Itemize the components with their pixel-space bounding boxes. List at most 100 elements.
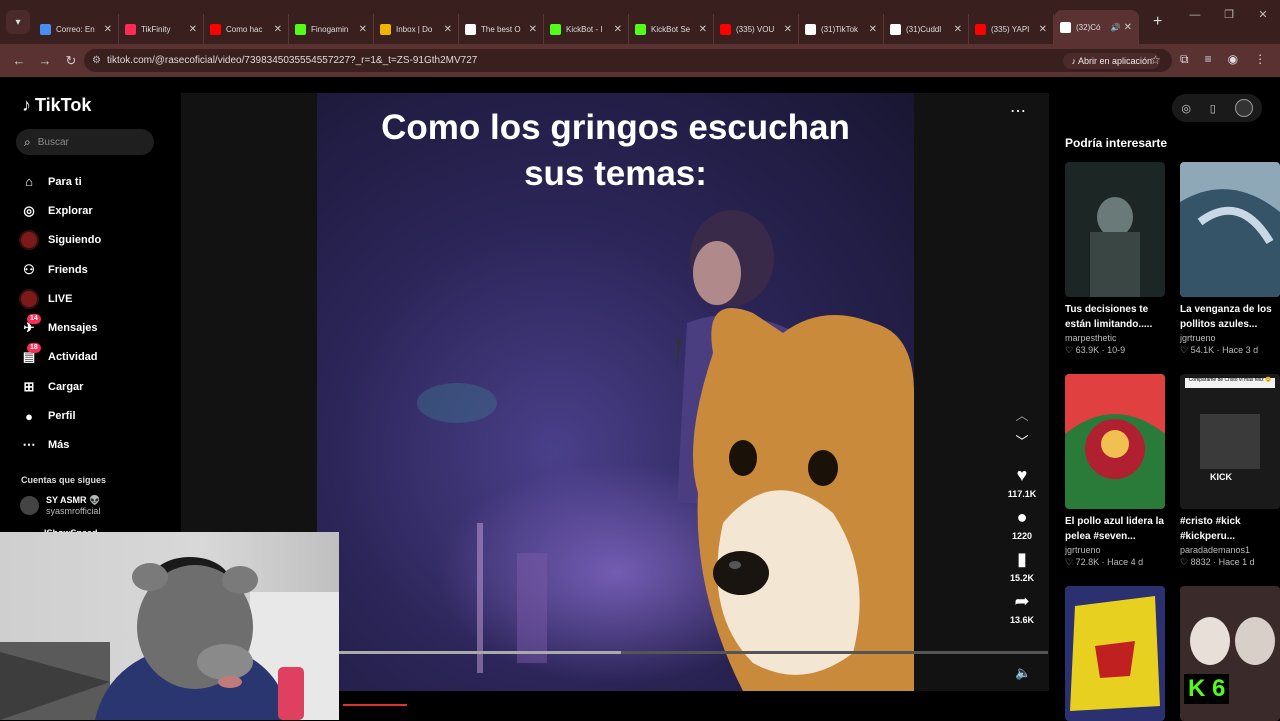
address-bar: ← → ↻ ⚙ tiktok.com/@rasecoficial/video/7…: [0, 44, 1280, 77]
browser-tab[interactable]: KickBot - I ✕: [544, 14, 629, 44]
video-thumbnail[interactable]: [1065, 162, 1165, 297]
url-text: tiktok.com/@rasecoficial/video/739834503…: [106, 55, 478, 66]
more-options-icon[interactable]: ⋯: [1010, 101, 1026, 121]
tab-close-icon[interactable]: ✕: [359, 24, 367, 35]
forward-icon[interactable]: →: [32, 53, 58, 68]
video-frame[interactable]: Como los gringos escuchan sus temas:: [317, 93, 914, 691]
reading-list-icon[interactable]: ≡: [1205, 52, 1212, 67]
tab-close-icon[interactable]: ✕: [869, 24, 877, 35]
tab-close-icon[interactable]: ✕: [444, 24, 452, 35]
video-thumbnail[interactable]: K 6: [1180, 586, 1280, 721]
open-in-app-button[interactable]: ♪ Abrir en aplicación: [1063, 53, 1160, 69]
tab-audio-icon[interactable]: 🔊: [1111, 23, 1121, 32]
card-author[interactable]: jgrtrueno: [1065, 545, 1165, 555]
tab-close-icon[interactable]: ✕: [1124, 22, 1132, 33]
following-account[interactable]: SY ASMR 👽 syasmrofficial: [20, 495, 100, 516]
nav-item-cargar[interactable]: ⊞ Cargar: [19, 372, 101, 401]
tab-title: KickBot - I: [566, 24, 603, 34]
tab-close-icon[interactable]: ✕: [784, 24, 792, 35]
browser-tab[interactable]: Inbox | Do ✕: [374, 14, 459, 44]
card-author[interactable]: paradademanos1: [1180, 545, 1280, 555]
tab-close-icon[interactable]: ✕: [1039, 24, 1047, 35]
tab-close-icon[interactable]: ✕: [189, 24, 197, 35]
browser-tab[interactable]: Correo: En ✕: [34, 14, 119, 44]
nav-item-mensajes[interactable]: ✈ 14 Mensajes: [19, 313, 101, 342]
video-progress-fill: [336, 651, 621, 654]
tab-title: Correo: En: [56, 24, 95, 34]
next-video-icon[interactable]: ﹀: [1004, 431, 1040, 457]
tab-close-icon[interactable]: ✕: [529, 24, 537, 35]
nav-item-friends[interactable]: ⚇ Friends: [19, 255, 101, 284]
tab-close-icon[interactable]: ✕: [274, 24, 282, 35]
tab-close-icon[interactable]: ✕: [954, 24, 962, 35]
recommended-video-card[interactable]: Tus decisiones te están limitando..... ma…: [1065, 162, 1165, 356]
tab-close-icon[interactable]: ✕: [699, 24, 707, 35]
video-thumbnail[interactable]: [1065, 374, 1165, 509]
browser-tab[interactable]: (335) YAPI ✕: [969, 14, 1054, 44]
video-progress-bar[interactable]: [336, 651, 1048, 654]
browser-tab[interactable]: (32)Có 🔊 ✕: [1054, 10, 1139, 44]
action-count: 1220: [1011, 531, 1033, 541]
nav-item-actividad[interactable]: ▤ 18 Actividad: [19, 343, 101, 372]
extensions-icon[interactable]: ⧉: [1180, 52, 1189, 67]
new-tab-button[interactable]: +: [1153, 13, 1162, 31]
comment-icon: ●: [1016, 507, 1028, 527]
minimize-icon[interactable]: —: [1178, 0, 1212, 30]
compass-small-icon[interactable]: ◎: [1181, 102, 1191, 115]
browser-tab[interactable]: Finogamin ✕: [289, 14, 374, 44]
nav-item-para-ti[interactable]: ⌂ Para ti: [19, 167, 101, 196]
card-author[interactable]: jgrtrueno: [1180, 333, 1280, 343]
video-thumbnail[interactable]: Comparame de Cristo vi más feliz 😊 KICK: [1180, 374, 1280, 509]
tab-title: TikFinity: [141, 24, 171, 34]
nav-item-explorar[interactable]: ◎ Explorar: [19, 196, 101, 225]
bookmark-icon: ▮: [1017, 549, 1027, 569]
tab-search-dropdown-icon[interactable]: ▾: [6, 10, 30, 34]
recommended-video-card[interactable]: El pollo azul lidera la pelea #seven... j…: [1065, 374, 1165, 568]
browser-tab[interactable]: Como hac ✕: [204, 14, 289, 44]
browser-menu-icon[interactable]: ⋮: [1254, 52, 1266, 67]
browser-tab[interactable]: (31)TikTok ✕: [799, 14, 884, 44]
video-thumbnail[interactable]: [1065, 586, 1165, 721]
card-title: La venganza de los pollitos azules...: [1180, 304, 1272, 330]
site-info-icon[interactable]: ⚙: [92, 55, 101, 66]
meta-separator: ·: [1099, 345, 1108, 355]
recommended-video-card[interactable]: [1065, 586, 1165, 721]
share-action[interactable]: ➦ 13.6K: [1004, 591, 1040, 625]
volume-icon[interactable]: 🔈: [1015, 665, 1031, 681]
nav-item-live[interactable]: LIVE: [19, 284, 101, 313]
browser-tab[interactable]: (335) VOU ✕: [714, 14, 799, 44]
profile-avatar-icon[interactable]: ◉: [1228, 52, 1238, 67]
tab-favicon-icon: [805, 23, 816, 35]
tab-close-icon[interactable]: ✕: [104, 24, 112, 35]
phone-icon[interactable]: ▯: [1210, 102, 1216, 115]
recommended-video-card[interactable]: La venganza de los pollitos azules... jgr…: [1180, 162, 1280, 356]
card-author[interactable]: marpesthetic: [1065, 333, 1165, 343]
nav-item-m-s[interactable]: ⋯ Más: [19, 431, 101, 460]
recommended-video-card[interactable]: K 6: [1180, 586, 1280, 721]
reload-icon[interactable]: ↻: [58, 53, 84, 69]
browser-tab[interactable]: TikFinity ✕: [119, 14, 204, 44]
maximize-icon[interactable]: ❐: [1212, 0, 1246, 30]
browser-tab[interactable]: (31)Cuddl ✕: [884, 14, 969, 44]
previous-video-icon[interactable]: ︿: [1004, 405, 1040, 431]
video-thumbnail[interactable]: [1180, 162, 1280, 297]
heart-action[interactable]: ♥ 117.1K: [1004, 465, 1040, 499]
search-icon: ⌕: [24, 134, 31, 149]
tiktok-logo[interactable]: ♪ TikTok: [22, 95, 91, 116]
recommended-video-card[interactable]: Comparame de Cristo vi más feliz 😊 KICK #c…: [1180, 374, 1280, 568]
url-field[interactable]: ⚙ tiktok.com/@rasecoficial/video/7398345…: [84, 49, 1172, 72]
nav-item-perfil[interactable]: ● Perfil: [19, 401, 101, 430]
comment-action[interactable]: ● 1220: [1004, 507, 1040, 541]
tab-close-icon[interactable]: ✕: [614, 24, 622, 35]
back-icon[interactable]: ←: [6, 53, 32, 68]
nav-item-siguiendo[interactable]: Siguiendo: [19, 226, 101, 255]
browser-tab[interactable]: The best O ✕: [459, 14, 544, 44]
live-avatar-icon: [19, 288, 39, 309]
bookmark-star-icon[interactable]: ☆: [1150, 53, 1161, 67]
user-avatar[interactable]: [1234, 99, 1253, 117]
bookmark-action[interactable]: ▮ 15.2K: [1004, 549, 1040, 583]
card-meta: ♡ 54.1K · Hace 3 d: [1180, 345, 1280, 356]
close-window-icon[interactable]: ✕: [1246, 0, 1280, 30]
search-input[interactable]: ⌕ Buscar: [16, 129, 154, 155]
browser-tab[interactable]: KickBot Se ✕: [629, 14, 714, 44]
